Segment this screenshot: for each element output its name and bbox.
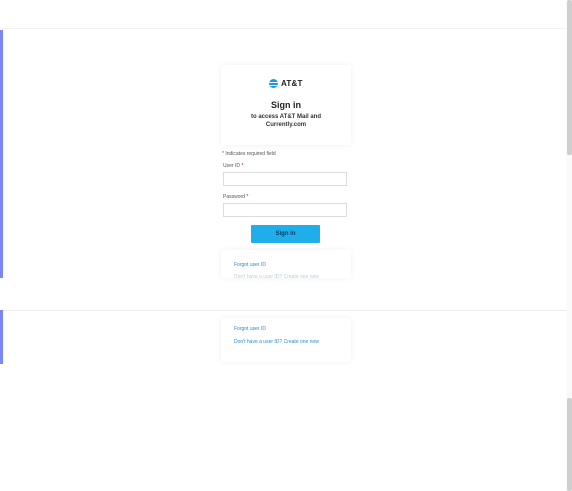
- password-input[interactable]: [223, 203, 347, 217]
- user-id-label: User ID *: [223, 163, 243, 169]
- att-logo: AT&T: [269, 79, 303, 88]
- scrollbar-thumb[interactable]: [567, 398, 572, 491]
- page-title: Sign in: [271, 100, 301, 110]
- dont-have-user-id-link[interactable]: Don't have a user ID? Create one now: [234, 339, 319, 345]
- side-accent-bar: [0, 30, 3, 278]
- user-id-input[interactable]: [223, 172, 347, 186]
- password-label-text: Password: [223, 194, 245, 200]
- required-marker: *: [241, 163, 244, 169]
- forgot-user-id-link[interactable]: Forgot user ID: [234, 326, 266, 332]
- page-subtitle: to access AT&T Mail and Currently.com: [250, 114, 322, 128]
- required-marker: *: [246, 194, 249, 200]
- scrollbar-track[interactable]: [566, 0, 572, 491]
- globe-icon: [269, 79, 278, 88]
- brand-name: AT&T: [281, 79, 303, 88]
- password-label: Password *: [223, 194, 248, 200]
- signin-header-card: AT&T Sign in to access AT&T Mail and Cur…: [221, 65, 351, 145]
- dont-have-user-id-link-faded[interactable]: Don't have a user ID? Create one now: [234, 274, 319, 280]
- scrollbar-thumb[interactable]: [567, 0, 572, 155]
- side-accent-bar: [0, 310, 3, 364]
- user-id-label-text: User ID: [223, 163, 240, 169]
- sign-in-button[interactable]: Sign in: [251, 225, 320, 243]
- forgot-user-id-link[interactable]: Forgot user ID: [234, 262, 266, 268]
- required-field-note: * Indicates required field: [222, 151, 276, 157]
